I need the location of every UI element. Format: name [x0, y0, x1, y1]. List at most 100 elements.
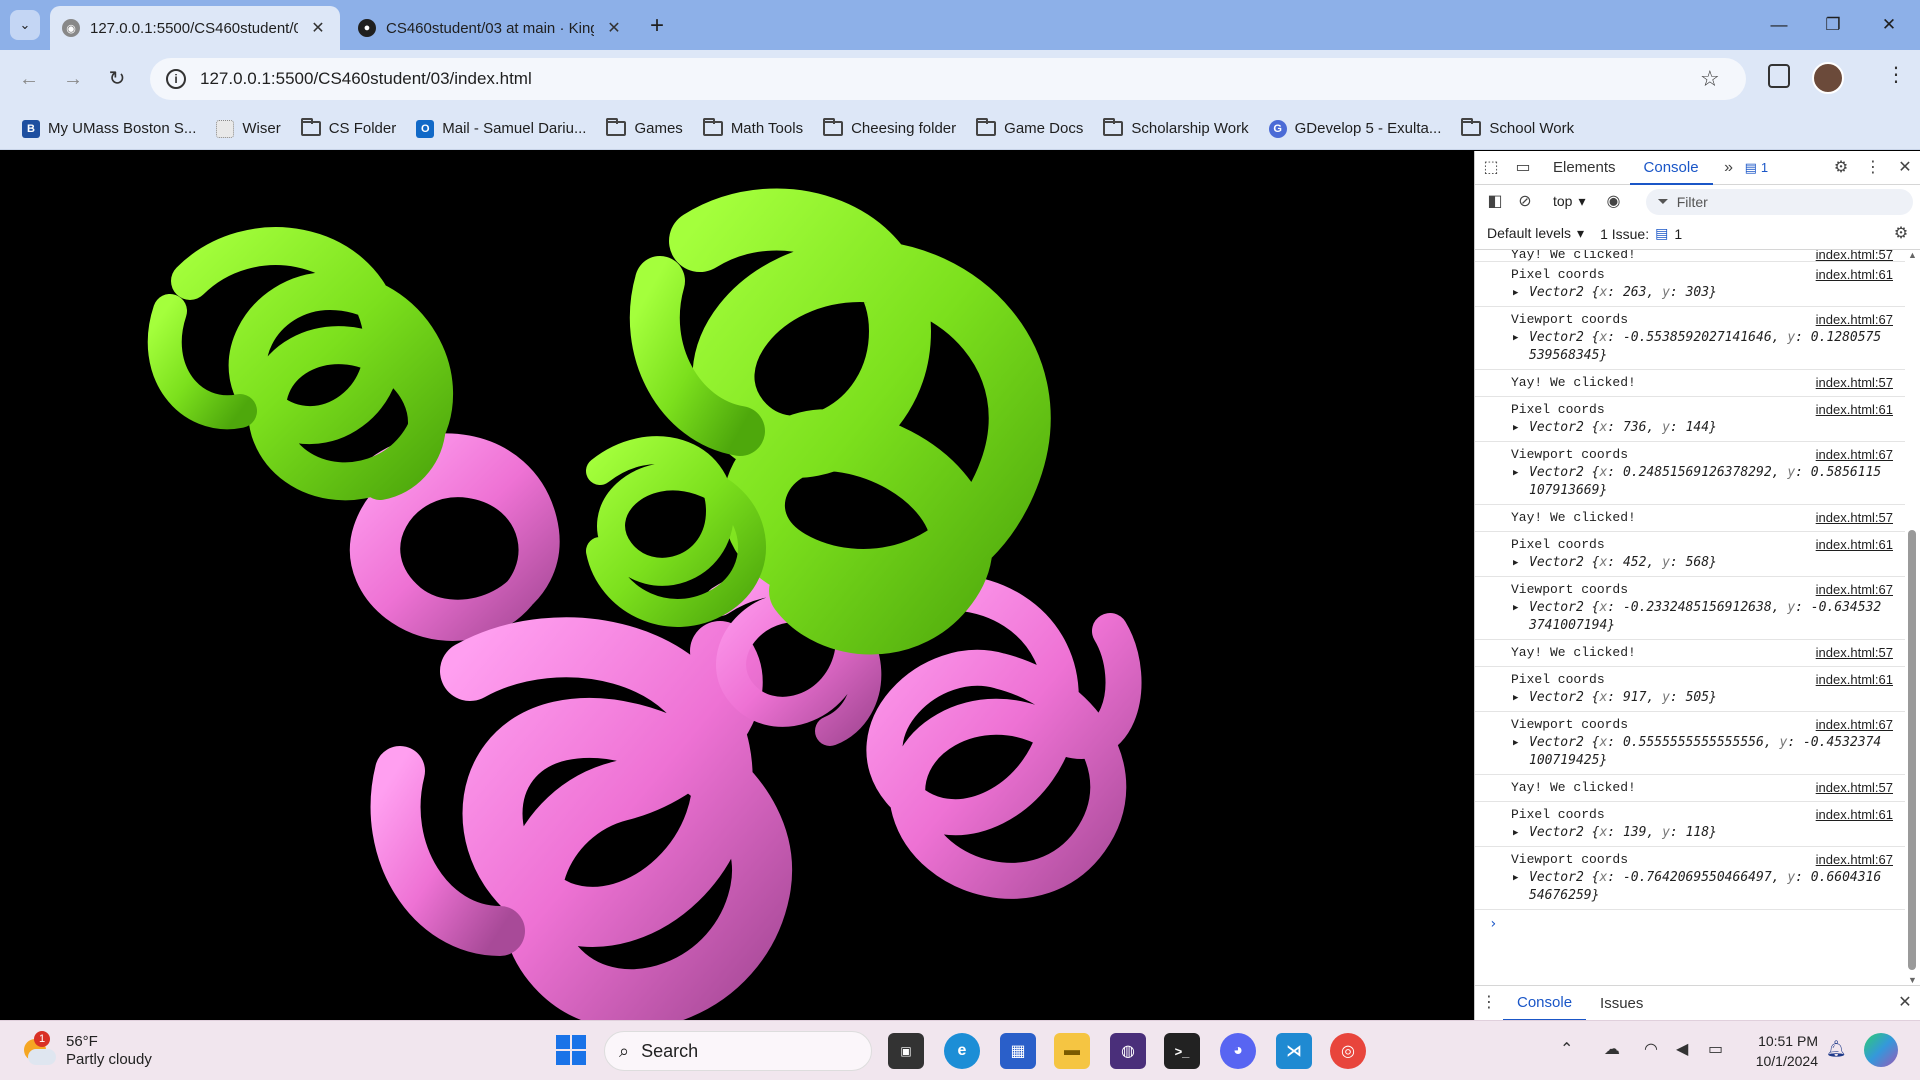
- discord-icon[interactable]: ◕: [1220, 1033, 1256, 1069]
- restore-button[interactable]: ❐: [1810, 10, 1856, 40]
- wifi-icon[interactable]: ◠: [1644, 1039, 1658, 1059]
- issues-link[interactable]: 1 Issue: ▤ 1: [1600, 225, 1682, 242]
- source-link[interactable]: index.html:61: [1816, 536, 1893, 554]
- start-windows-icon[interactable]: [556, 1035, 586, 1065]
- source-link[interactable]: index.html:61: [1816, 266, 1893, 284]
- live-expression-eye-icon[interactable]: ◉: [1602, 185, 1626, 219]
- vector2-object[interactable]: Vector2 {x: 917, y: 505}: [1511, 689, 1897, 707]
- close-tab-icon[interactable]: ✕: [604, 18, 624, 38]
- tab-search-button[interactable]: ⌄: [10, 10, 40, 40]
- bookmark-wiser[interactable]: Wiser: [206, 119, 290, 138]
- bookmark-game-docs[interactable]: Game Docs: [966, 118, 1093, 137]
- device-toolbar-icon[interactable]: ▭: [1507, 151, 1539, 185]
- source-link[interactable]: index.html:67: [1816, 851, 1893, 869]
- vector2-object[interactable]: Vector2 {x: 0.5555555555555556, y: -0.45…: [1511, 734, 1897, 770]
- menu-kebab-icon[interactable]: ⋮: [1886, 62, 1906, 87]
- weather-widget[interactable]: 1 56°F Partly cloudy: [20, 1031, 152, 1069]
- source-link[interactable]: index.html:57: [1816, 779, 1893, 797]
- source-link[interactable]: index.html:57: [1816, 509, 1893, 527]
- tab-console[interactable]: Console: [1629, 151, 1713, 185]
- taskbar-search[interactable]: ⌕ Search: [604, 1031, 872, 1071]
- threejs-canvas[interactable]: [0, 151, 1474, 1020]
- chrome-icon[interactable]: ◎: [1330, 1033, 1366, 1069]
- source-link[interactable]: index.html:67: [1816, 716, 1893, 734]
- vector2-object[interactable]: Vector2 {x: 139, y: 118}: [1511, 824, 1897, 842]
- vector2-object[interactable]: Vector2 {x: -0.5538592027141646, y: 0.12…: [1511, 329, 1897, 365]
- vector2-object[interactable]: Vector2 {x: -0.7642069550466497, y: 0.66…: [1511, 869, 1897, 905]
- context-selector[interactable]: top ▾: [1543, 193, 1596, 210]
- volume-icon[interactable]: ◀: [1676, 1039, 1688, 1059]
- new-tab-button[interactable]: +: [650, 12, 664, 40]
- reload-button[interactable]: ↻: [102, 64, 132, 94]
- close-devtools-icon[interactable]: ✕: [1889, 151, 1920, 185]
- vector2-object[interactable]: Vector2 {x: -0.2332485156912638, y: -0.6…: [1511, 599, 1897, 635]
- scroll-down-arrow-icon[interactable]: ▼: [1908, 975, 1917, 985]
- source-link[interactable]: index.html:61: [1816, 401, 1893, 419]
- clock[interactable]: 10:51 PM 10/1/2024: [1746, 1031, 1818, 1071]
- drawer-tab-issues[interactable]: Issues: [1586, 986, 1657, 1021]
- address-bar[interactable]: i 127.0.0.1:5500/CS460student/03/index.h…: [150, 58, 1746, 100]
- more-tabs-icon[interactable]: »: [1713, 151, 1745, 185]
- forward-button[interactable]: →: [58, 64, 88, 94]
- vector2-object[interactable]: Vector2 {x: 263, y: 303}: [1511, 284, 1897, 302]
- minimize-button[interactable]: —: [1756, 10, 1802, 40]
- site-info-icon[interactable]: i: [166, 69, 186, 89]
- file-explorer-icon[interactable]: ▬: [1054, 1033, 1090, 1069]
- close-drawer-icon[interactable]: ✕: [1889, 986, 1920, 1020]
- issues-counter[interactable]: ▤ 1: [1745, 160, 1769, 176]
- console-filter-input[interactable]: ⏷ Filter: [1645, 188, 1913, 215]
- bookmark-cheesing[interactable]: Cheesing folder: [813, 118, 966, 137]
- vector2-object[interactable]: Vector2 {x: 0.24851569126378292, y: 0.58…: [1511, 464, 1897, 500]
- terminal-icon[interactable]: >_: [1164, 1033, 1200, 1069]
- log-levels-dropdown[interactable]: Default levels ▾: [1487, 225, 1584, 242]
- console-settings-gear-icon[interactable]: ⚙: [1881, 217, 1920, 251]
- tab-active[interactable]: ◉ 127.0.0.1:5500/CS460student/0 ✕: [50, 6, 340, 50]
- source-link[interactable]: index.html:67: [1816, 311, 1893, 329]
- bookmark-math-tools[interactable]: Math Tools: [693, 118, 813, 137]
- source-link[interactable]: index.html:67: [1816, 581, 1893, 599]
- source-link[interactable]: index.html:57: [1816, 250, 1893, 261]
- app-icon-purple[interactable]: ◍: [1110, 1033, 1146, 1069]
- vector2-object[interactable]: Vector2 {x: 736, y: 144}: [1511, 419, 1897, 437]
- vscode-icon[interactable]: ⋊: [1276, 1033, 1312, 1069]
- avatar[interactable]: [1812, 62, 1844, 94]
- inspect-element-icon[interactable]: ⬚: [1475, 151, 1507, 185]
- tab-elements[interactable]: Elements: [1539, 151, 1630, 185]
- devtools-menu-icon[interactable]: ⋮: [1857, 151, 1889, 185]
- copilot-icon[interactable]: [1864, 1033, 1898, 1067]
- source-link[interactable]: index.html:67: [1816, 446, 1893, 464]
- bookmark-umass[interactable]: B My UMass Boston S...: [12, 119, 206, 138]
- console-scrollbar[interactable]: ▲ ▼: [1906, 250, 1918, 985]
- sidebar-toggle-icon[interactable]: ◧: [1483, 185, 1507, 219]
- bookmark-mail[interactable]: O Mail - Samuel Dariu...: [406, 119, 596, 138]
- tab-github[interactable]: ● CS460student/03 at main · King ✕: [346, 6, 636, 50]
- settings-gear-icon[interactable]: ⚙: [1825, 151, 1857, 185]
- source-link[interactable]: index.html:57: [1816, 374, 1893, 392]
- bookmark-cs-folder[interactable]: CS Folder: [291, 118, 407, 137]
- onedrive-cloud-icon[interactable]: ☁: [1604, 1039, 1620, 1059]
- console-prompt[interactable]: ›: [1475, 910, 1905, 938]
- edge-icon[interactable]: e: [944, 1033, 980, 1069]
- battery-icon[interactable]: ▭: [1708, 1039, 1723, 1059]
- vector2-object[interactable]: Vector2 {x: 452, y: 568}: [1511, 554, 1897, 572]
- bookmark-gdevelop[interactable]: G GDevelop 5 - Exulta...: [1259, 119, 1452, 138]
- ms-store-icon[interactable]: ▦: [1000, 1033, 1036, 1069]
- bookmark-scholarship[interactable]: Scholarship Work: [1093, 118, 1258, 137]
- extensions-icon[interactable]: [1768, 64, 1790, 88]
- notifications-bell-icon[interactable]: 🔔︎: [1826, 1039, 1846, 1059]
- bookmark-star-icon[interactable]: ☆: [1700, 66, 1720, 92]
- tray-chevron-up-icon[interactable]: ⌃: [1560, 1039, 1573, 1059]
- source-link[interactable]: index.html:61: [1816, 671, 1893, 689]
- drawer-menu-icon[interactable]: ⋮: [1475, 986, 1503, 1020]
- scroll-thumb[interactable]: [1908, 530, 1916, 970]
- task-view-icon[interactable]: ▣: [888, 1033, 924, 1069]
- close-tab-icon[interactable]: ✕: [308, 18, 328, 38]
- scroll-up-arrow-icon[interactable]: ▲: [1908, 250, 1917, 260]
- bookmark-games[interactable]: Games: [596, 118, 692, 137]
- source-link[interactable]: index.html:61: [1816, 806, 1893, 824]
- drawer-tab-console[interactable]: Console: [1503, 986, 1587, 1021]
- bookmark-school-work[interactable]: School Work: [1451, 118, 1584, 137]
- back-button[interactable]: ←: [14, 64, 44, 94]
- clear-console-icon[interactable]: ⊘: [1513, 185, 1537, 219]
- close-window-button[interactable]: ✕: [1866, 10, 1912, 40]
